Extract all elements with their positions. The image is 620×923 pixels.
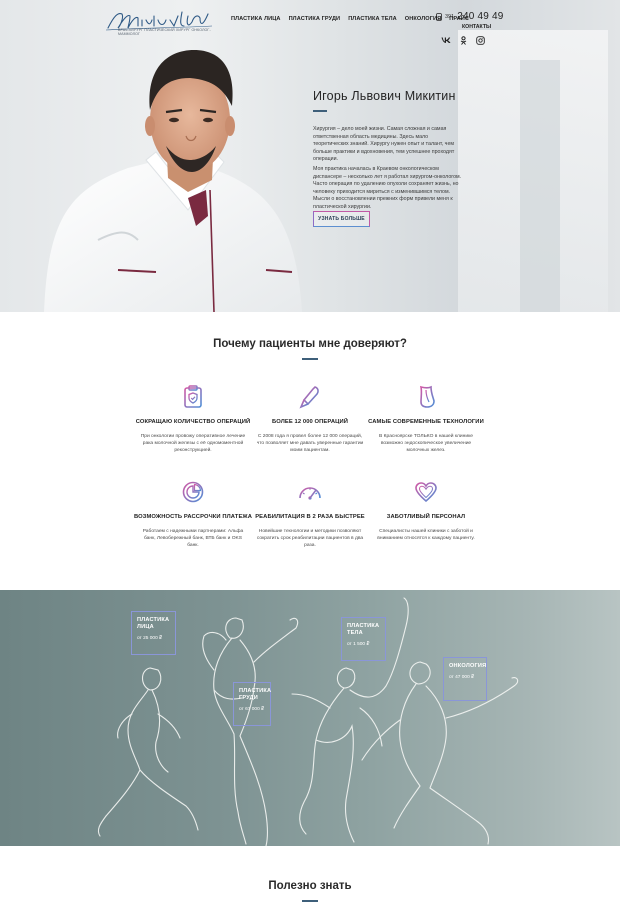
heart-icon xyxy=(415,482,437,503)
service-title-line-1: ОНКОЛОГИЯ xyxy=(449,663,487,669)
learn-more-button[interactable]: УЗНАТЬ БОЛЬШЕ xyxy=(313,211,370,227)
contacts-link[interactable]: КОНТАКТЫ xyxy=(462,24,491,30)
service-body-card[interactable]: ПЛАСТИКА ТЕЛА от 1 500 ₽ xyxy=(341,617,386,661)
phone[interactable]: 391 240 49 49 xyxy=(436,11,503,22)
service-title-line-1: ПЛАСТИКА xyxy=(347,623,380,629)
service-face-card[interactable]: ПЛАСТИКА ЛИЦА от 25 000 ₽ xyxy=(131,611,176,655)
background-door xyxy=(520,60,560,312)
instagram-icon[interactable] xyxy=(475,36,485,47)
useful-underline xyxy=(302,900,318,902)
feature-text: Работаем с надежными партнерами: Альфа б… xyxy=(142,528,244,549)
feature-text: Специалисты нашей клиники с заботой и вн… xyxy=(377,528,475,541)
hero-section: ВРАЧ-ХИРУРГ ПЛАСТИЧЕСКИЙ ХИРУРГ ОНКОЛОГ-… xyxy=(0,0,620,312)
feature-operations-count: БОЛЕЕ 12 000 ОПЕРАЦИЙ С 2008 года я пров… xyxy=(250,384,370,455)
service-title-line-2: ГРУДИ xyxy=(239,695,259,701)
bio-paragraph-1: Хирургия – дело моей жизни. Самая сложна… xyxy=(313,126,455,163)
feature-text: Новейшие технологии и методики позволяют… xyxy=(256,528,364,549)
service-title-line-2: ЛИЦА xyxy=(137,624,154,630)
feature-text: В Красноярске ТОЛЬКО в нашей клинике воз… xyxy=(379,433,473,454)
feature-text: При онкологии провожу оперативное лечени… xyxy=(140,433,246,454)
feature-modern-tech: САМЫЕ СОВРЕМЕННЫЕ ТЕХНОЛОГИИ В Красноярс… xyxy=(366,384,486,455)
phone-icon xyxy=(436,12,442,21)
service-price: от 25 000 ₽ xyxy=(137,636,163,641)
feature-title: САМЫЕ СОВРЕМЕННЫЕ ТЕХНОЛОГИИ xyxy=(368,419,484,425)
doctor-bio: Хирургия – дело моей жизни. Самая сложна… xyxy=(313,126,463,214)
ok-icon[interactable] xyxy=(458,36,468,47)
social-links xyxy=(441,36,485,47)
nav-breast-plastic[interactable]: ПЛАСТИКА ГРУДИ xyxy=(289,16,341,22)
feature-title: СОКРАЩАЮ КОЛИЧЕСТВО ОПЕРАЦИЙ xyxy=(135,419,251,425)
feature-caring-staff: ЗАБОТЛИВЫЙ ПЕРСОНАЛ Специалисты нашей кл… xyxy=(366,479,486,542)
pie-chart-icon xyxy=(182,481,204,503)
service-price: от 1 500 ₽ xyxy=(347,642,370,647)
feature-title: ВОЗМОЖНОСТЬ РАССРОЧКИ ПЛАТЕЖА xyxy=(133,514,253,520)
feature-text: С 2008 года я провел более 12 000 операц… xyxy=(256,433,364,454)
service-title-line-1: ПЛАСТИКА xyxy=(239,688,272,694)
vk-icon[interactable] xyxy=(441,36,451,47)
bio-paragraph-2: Моя практика началась в Краевом онкологи… xyxy=(313,165,462,210)
service-breast-card[interactable]: ПЛАСТИКА ГРУДИ от 67 000 ₽ xyxy=(233,682,271,726)
feature-fewer-operations: СОКРАЩАЮ КОЛИЧЕСТВО ОПЕРАЦИЙ При онколог… xyxy=(133,384,253,455)
nav-face-plastic[interactable]: ПЛАСТИКА ЛИЦА xyxy=(231,16,281,22)
implant-icon xyxy=(419,385,435,408)
doctor-name: Игорь Львович Микитин xyxy=(313,89,456,103)
main-nav: ПЛАСТИКА ЛИЦА ПЛАСТИКА ГРУДИ ПЛАСТИКА ТЕ… xyxy=(231,16,469,22)
useful-title: Полезно знать xyxy=(268,880,352,892)
service-title-line-1: ПЛАСТИКА xyxy=(137,617,170,623)
services-section: ПЛАСТИКА ЛИЦА от 25 000 ₽ ПЛАСТИКА ГРУДИ… xyxy=(0,590,620,846)
nav-body-plastic[interactable]: ПЛАСТИКА ТЕЛА xyxy=(348,16,397,22)
why-trust-title: Почему пациенты мне доверяют? xyxy=(213,338,407,350)
phone-code: 391 xyxy=(445,13,455,20)
service-oncology-card[interactable]: ОНКОЛОГИЯ от 47 000 ₽ xyxy=(443,657,487,701)
doctor-photo xyxy=(44,50,302,312)
logo-subtitle: ВРАЧ-ХИРУРГ ПЛАСТИЧЕСКИЙ ХИРУРГ ОНКОЛОГ-… xyxy=(118,28,211,36)
feature-title: БОЛЕЕ 12 000 ОПЕРАЦИЙ xyxy=(271,419,349,425)
scalpel-icon xyxy=(299,386,319,409)
feature-rehabilitation: РЕАБИЛИТАЦИЯ В 2 РАЗА БЫСТРЕЕ Новейшие т… xyxy=(250,479,370,550)
why-underline xyxy=(302,358,318,360)
phone-number: 240 49 49 xyxy=(457,11,504,22)
speedometer-icon xyxy=(299,487,321,500)
service-price: от 47 000 ₽ xyxy=(449,675,475,680)
feature-title: РЕАБИЛИТАЦИЯ В 2 РАЗА БЫСТРЕЕ xyxy=(255,514,365,520)
clipboard-shield-icon xyxy=(184,385,202,408)
feature-installment: ВОЗМОЖНОСТЬ РАССРОЧКИ ПЛАТЕЖА Работаем с… xyxy=(133,479,253,550)
sketch-figures-illustration xyxy=(97,597,519,846)
service-title-line-2: ТЕЛА xyxy=(347,630,363,636)
feature-title: ЗАБОТЛИВЫЙ ПЕРСОНАЛ xyxy=(386,514,466,520)
service-price: от 67 000 ₽ xyxy=(239,707,265,712)
title-underline xyxy=(313,110,327,112)
